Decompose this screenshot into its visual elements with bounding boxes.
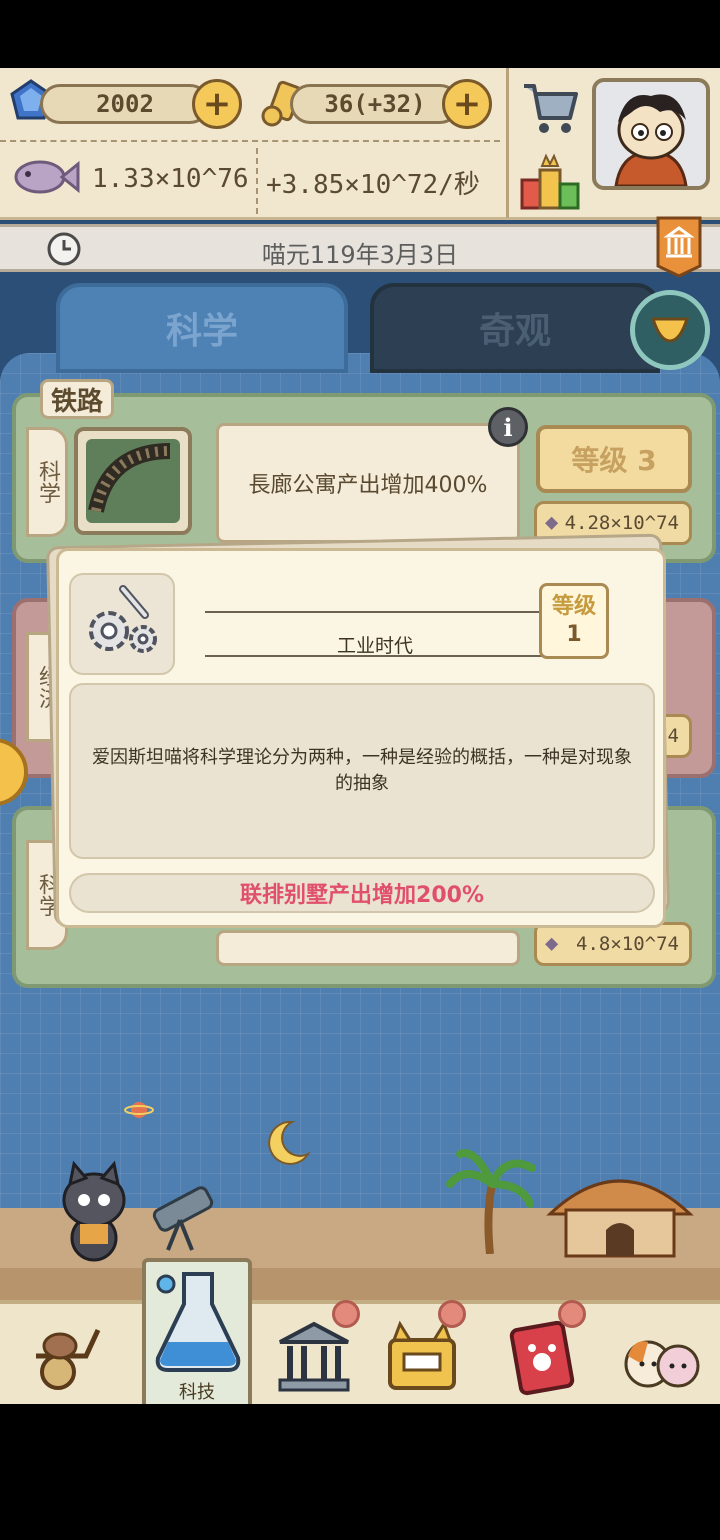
- cat-faces-icon: [624, 1340, 700, 1388]
- hut-building: [540, 1158, 700, 1258]
- flask-icon: [155, 1272, 241, 1372]
- notification-dot: [438, 1300, 466, 1328]
- card-category-tag: 科学: [26, 427, 68, 537]
- leaderboard-icon[interactable]: [518, 152, 582, 212]
- scroll-counter: 36(+32): [290, 84, 460, 124]
- palm-tree-icon: [446, 1144, 536, 1255]
- divider: [506, 68, 509, 218]
- scroll-count: 36(+32): [324, 90, 426, 118]
- upgrade-level-button[interactable]: 等级 3: [536, 425, 692, 493]
- bottom-navigation: 科技: [0, 1258, 720, 1404]
- divider: [0, 140, 500, 142]
- nav-production[interactable]: [22, 1316, 106, 1400]
- telescope-icon: [140, 1184, 224, 1254]
- popup-title-line: [205, 611, 545, 613]
- divider: [256, 148, 258, 214]
- tab-science[interactable]: 科学: [56, 283, 348, 373]
- game-date: 喵元119年3月3日: [261, 241, 459, 269]
- fish-total: 1.33×10^76: [92, 164, 249, 194]
- tab-wonders-label: 奇观: [478, 311, 551, 352]
- resource-bar: 2002 + 36(+32) + 1.33×10^76 +3.85×10^72/…: [0, 68, 720, 220]
- tech-detail-popup: 工业时代 等级 1 爱因斯坦喵将科学理论分为两种，一种是经验的概括，一种是对现象…: [56, 548, 666, 928]
- temple-icon: [278, 1321, 350, 1392]
- paw-book-icon: [509, 1320, 575, 1396]
- popup-title-line: [205, 655, 545, 657]
- cart-wheel-icon: [36, 1328, 101, 1390]
- section-label-tag: 铁路: [40, 379, 115, 419]
- popup-effect: 联排别墅产出增加200%: [240, 883, 484, 908]
- nav-cats[interactable]: [614, 1316, 710, 1400]
- card-category: 科学: [35, 460, 60, 504]
- railroad-tech-icon: [74, 427, 192, 535]
- gear-icon-box: [69, 573, 175, 675]
- fish-small-icon: ◆: [545, 510, 559, 535]
- notification-dot: [332, 1300, 360, 1328]
- popup-level-label: 等级: [551, 594, 596, 619]
- shop-cart-icon[interactable]: [520, 78, 580, 138]
- popup-quote-box: 爱因斯坦喵将科学理论分为两种，一种是经验的概括，一种是对现象的抽象: [69, 683, 655, 859]
- card-description-box: 長廊公寓产出增加400%: [216, 423, 520, 543]
- museum-banner-icon[interactable]: [654, 214, 704, 280]
- fish-icon: [10, 152, 80, 202]
- gears-wrench-icon: [89, 585, 157, 653]
- nav-cat-box[interactable]: [380, 1300, 466, 1400]
- avatar[interactable]: [592, 78, 710, 190]
- nav-tech-label: 科技: [179, 1382, 215, 1403]
- date-bar: 喵元119年3月3日: [0, 224, 720, 272]
- add-gems-button[interactable]: +: [192, 79, 242, 129]
- planet-icon: [124, 1098, 154, 1122]
- popup-title: 工业时代: [336, 635, 413, 657]
- notification-dot: [558, 1300, 586, 1328]
- popup-level-value: 1: [566, 622, 582, 647]
- cost-value: 4.28×10^74: [564, 512, 679, 534]
- add-scrolls-button[interactable]: +: [442, 79, 492, 129]
- nav-wonders[interactable]: [272, 1300, 360, 1400]
- info-icon[interactable]: i: [488, 407, 528, 447]
- card-description-box: [216, 930, 520, 966]
- card-description: 長廊公寓产出增加400%: [248, 473, 488, 498]
- moon-icon: [262, 1118, 312, 1168]
- gem-counter: 2002: [40, 84, 210, 124]
- tab-wonders[interactable]: 奇观: [370, 283, 660, 373]
- cat-box-icon: [388, 1320, 456, 1390]
- collapse-toggle-button[interactable]: [630, 290, 710, 370]
- nav-book[interactable]: [500, 1300, 586, 1400]
- popup-effect-box: 联排别墅产出增加200%: [69, 873, 655, 913]
- card-level: 等级 3: [571, 444, 657, 477]
- section-label: 铁路: [51, 386, 104, 417]
- upgrade-cost: ◆ 4.8×10^74: [534, 922, 692, 966]
- fish-small-icon: ◆: [545, 931, 559, 956]
- fish-rate: +3.85×10^72/秒: [266, 170, 480, 200]
- popup-quote: 爱因斯坦喵将科学理论分为两种，一种是经验的概括，一种是对现象的抽象: [92, 747, 632, 794]
- cost-value: 4.8×10^74: [576, 933, 679, 955]
- tab-science-label: 科学: [165, 311, 238, 352]
- nav-tech-active[interactable]: 科技: [142, 1258, 252, 1404]
- game-screen: 2002 + 36(+32) + 1.33×10^76 +3.85×10^72/…: [0, 68, 720, 1404]
- cat-character: [30, 1158, 140, 1268]
- popup-level-badge: 等级 1: [539, 583, 609, 659]
- gem-count: 2002: [96, 90, 154, 118]
